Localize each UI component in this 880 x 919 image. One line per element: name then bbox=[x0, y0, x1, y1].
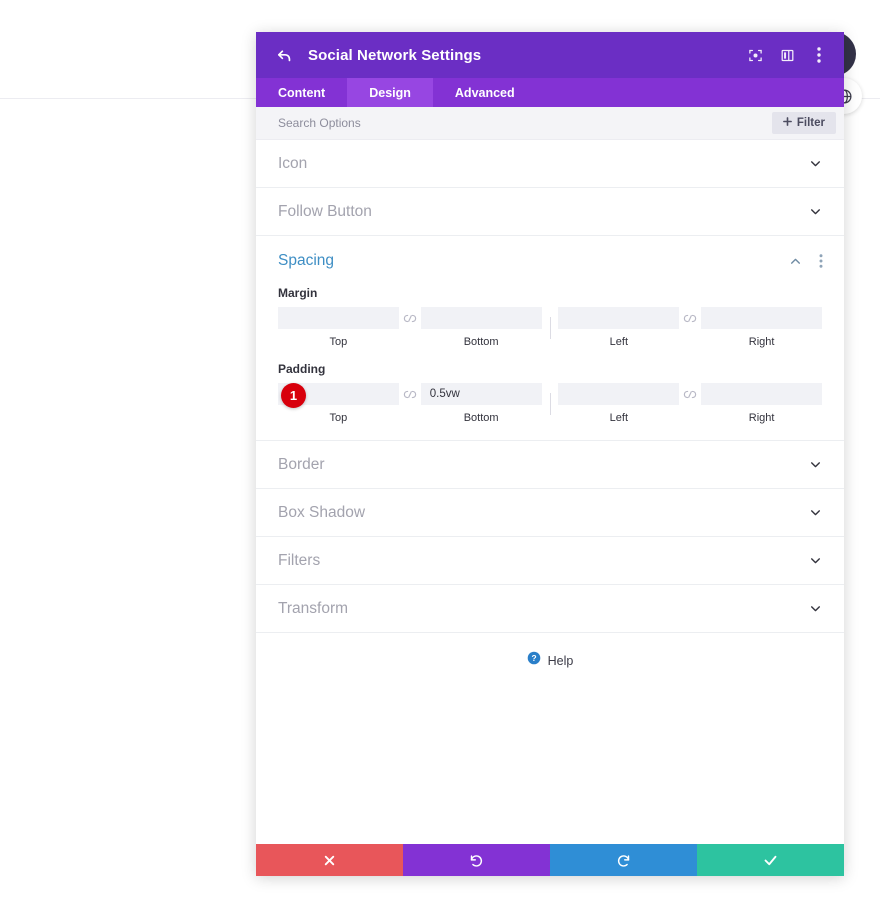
tab-advanced[interactable]: Advanced bbox=[433, 78, 537, 107]
margin-fields: Top Bottom Left Right bbox=[278, 307, 822, 348]
padding-group: Padding 1 Top 0.5vw Bottom Left Right bbox=[256, 362, 844, 424]
chevron-down-icon bbox=[808, 554, 822, 568]
more-vertical-icon[interactable] bbox=[810, 46, 828, 64]
section-spacing: Spacing Margin Top Bottom Left Right Pad… bbox=[256, 236, 844, 441]
chevron-up-icon[interactable] bbox=[788, 254, 802, 268]
padding-right-caption: Right bbox=[748, 412, 775, 424]
settings-modal: Social Network Settings Content Design A… bbox=[256, 32, 844, 876]
padding-bottom-input[interactable] bbox=[420, 383, 542, 405]
page-title: Social Network Settings bbox=[308, 46, 482, 64]
chevron-down-icon bbox=[808, 506, 822, 520]
section-border[interactable]: Border bbox=[256, 441, 844, 489]
margin-bottom-field: Bottom bbox=[420, 307, 542, 348]
settings-body: Icon Follow Button Spacing Margin Top Bo… bbox=[256, 140, 844, 844]
link-values-icon[interactable] bbox=[399, 383, 421, 405]
back-arrow-icon[interactable] bbox=[274, 45, 294, 65]
margin-top-field: Top bbox=[278, 307, 399, 348]
search-input[interactable] bbox=[278, 116, 772, 130]
padding-right-input[interactable] bbox=[701, 383, 822, 405]
help-link[interactable]: ? Help bbox=[256, 633, 844, 670]
undo-icon bbox=[469, 853, 484, 868]
redo-button[interactable] bbox=[550, 844, 697, 876]
close-x-icon bbox=[323, 854, 336, 867]
link-values-icon[interactable] bbox=[679, 307, 701, 329]
section-icon-label: Icon bbox=[278, 154, 308, 172]
margin-top-caption: Top bbox=[329, 336, 348, 348]
margin-label: Margin bbox=[278, 286, 318, 300]
modal-header: Social Network Settings bbox=[256, 32, 844, 78]
padding-top-caption: Top bbox=[329, 412, 348, 424]
layout-columns-icon[interactable] bbox=[778, 46, 796, 64]
filter-button[interactable]: Filter bbox=[771, 112, 836, 134]
modal-footer bbox=[256, 844, 844, 876]
margin-bottom-caption: Bottom bbox=[463, 336, 499, 348]
annotation-marker-1: 1 bbox=[281, 383, 306, 408]
tab-design[interactable]: Design bbox=[347, 78, 433, 107]
section-transform[interactable]: Transform bbox=[256, 585, 844, 633]
padding-left-caption: Left bbox=[609, 412, 629, 424]
section-spacing-header[interactable]: Spacing bbox=[256, 236, 844, 286]
save-button[interactable] bbox=[697, 844, 844, 876]
question-circle-icon: ? bbox=[527, 651, 541, 670]
margin-right-input[interactable] bbox=[701, 307, 822, 329]
padding-bottom-caption: Bottom bbox=[463, 412, 499, 424]
check-icon bbox=[763, 853, 778, 868]
padding-label: Padding bbox=[278, 362, 326, 376]
undo-button[interactable] bbox=[403, 844, 550, 876]
padding-bottom-field: Bottom bbox=[420, 383, 542, 424]
redo-icon bbox=[616, 853, 631, 868]
tab-content[interactable]: Content bbox=[256, 78, 347, 107]
padding-fields: Top 0.5vw Bottom Left Right bbox=[278, 383, 822, 424]
header-actions bbox=[746, 46, 828, 64]
filter-button-label: Filter bbox=[796, 117, 825, 129]
link-values-icon[interactable] bbox=[399, 307, 421, 329]
margin-top-input[interactable] bbox=[278, 307, 399, 329]
chevron-down-icon bbox=[808, 205, 822, 219]
search-bar: Filter bbox=[256, 107, 844, 140]
cancel-button[interactable] bbox=[256, 844, 403, 876]
link-values-icon[interactable] bbox=[679, 383, 701, 405]
more-vertical-icon[interactable] bbox=[814, 254, 828, 268]
section-box-shadow[interactable]: Box Shadow bbox=[256, 489, 844, 537]
field-divider bbox=[549, 316, 551, 339]
margin-left-field: Left bbox=[558, 307, 680, 348]
focus-target-icon[interactable] bbox=[746, 46, 764, 64]
plus-icon bbox=[782, 117, 792, 129]
section-follow-button-label: Follow Button bbox=[278, 202, 372, 220]
chevron-down-icon bbox=[808, 458, 822, 472]
chevron-down-icon bbox=[808, 602, 822, 616]
margin-right-field: Right bbox=[701, 307, 822, 348]
section-border-label: Border bbox=[278, 455, 325, 473]
help-label: Help bbox=[547, 653, 574, 668]
section-filters-label: Filters bbox=[278, 551, 321, 569]
section-icon[interactable]: Icon bbox=[256, 140, 844, 188]
margin-bottom-input[interactable] bbox=[420, 307, 542, 329]
svg-text:?: ? bbox=[531, 653, 536, 663]
tab-bar: Content Design Advanced bbox=[256, 78, 844, 107]
section-box-shadow-label: Box Shadow bbox=[278, 503, 366, 521]
padding-right-field: Right bbox=[701, 383, 822, 424]
section-filters[interactable]: Filters bbox=[256, 537, 844, 585]
section-spacing-title: Spacing bbox=[278, 252, 335, 269]
chevron-down-icon bbox=[808, 157, 822, 171]
margin-group: Margin Top Bottom Left Right bbox=[256, 286, 844, 348]
margin-left-caption: Left bbox=[609, 336, 629, 348]
padding-left-input[interactable] bbox=[558, 383, 680, 405]
section-transform-label: Transform bbox=[278, 599, 349, 617]
padding-left-field: Left bbox=[558, 383, 680, 424]
field-divider bbox=[549, 392, 551, 415]
screen: Social Network Settings Content Design A… bbox=[0, 0, 880, 919]
margin-left-input[interactable] bbox=[558, 307, 680, 329]
margin-right-caption: Right bbox=[748, 336, 775, 348]
section-follow-button[interactable]: Follow Button bbox=[256, 188, 844, 236]
